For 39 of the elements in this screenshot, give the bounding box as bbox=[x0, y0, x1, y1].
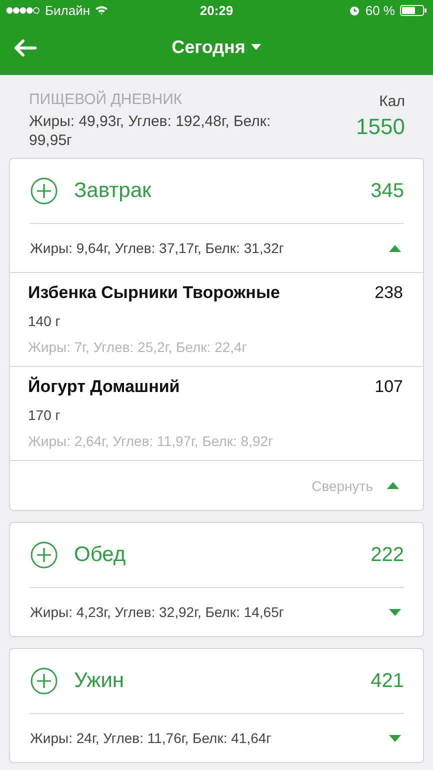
carrier-name: Билайн bbox=[45, 2, 90, 18]
meal-macros: Жиры: 24г, Углев: 11,76г, Белк: 41,64г bbox=[30, 730, 272, 746]
add-icon[interactable] bbox=[30, 667, 58, 695]
wifi-icon bbox=[95, 5, 108, 15]
add-icon[interactable] bbox=[30, 541, 58, 569]
food-calories: 238 bbox=[374, 283, 403, 303]
add-icon[interactable] bbox=[30, 177, 58, 205]
calories-total: 1550 bbox=[356, 114, 405, 140]
meal-calories: 345 bbox=[370, 180, 404, 202]
meal-name: Обед bbox=[74, 543, 127, 567]
meal-macros: Жиры: 4,23г, Углев: 32,92г, Белк: 14,65г bbox=[30, 604, 284, 620]
expand-triangle-icon[interactable] bbox=[389, 608, 401, 616]
food-name: Избенка Сырники Творожные bbox=[28, 283, 280, 303]
battery-icon bbox=[400, 4, 427, 16]
food-macros: Жиры: 2,64г, Углев: 11,97г, Белк: 8,92г bbox=[28, 433, 274, 449]
expand-triangle-icon[interactable] bbox=[389, 734, 401, 742]
clock-time: 20:29 bbox=[200, 2, 234, 18]
meal-name: Ужин bbox=[74, 669, 126, 693]
back-arrow-icon bbox=[13, 38, 37, 56]
food-macros: Жиры: 7г, Углев: 25,2г, Белк: 22,4г bbox=[28, 339, 248, 355]
food-amount: 170 г bbox=[28, 407, 62, 423]
meal-name: Завтрак bbox=[74, 179, 152, 203]
food-amount: 140 г bbox=[28, 313, 62, 329]
alarm-icon bbox=[349, 4, 360, 16]
meal-macros: Жиры: 9,64г, Углев: 37,17г, Белк: 31,32г bbox=[30, 240, 284, 256]
food-name: Йогурт Домашний bbox=[28, 377, 180, 397]
triangle-icon bbox=[387, 482, 399, 489]
caret-icon bbox=[251, 44, 262, 51]
collapse-triangle-icon[interactable] bbox=[389, 244, 401, 252]
signal-icon bbox=[6, 6, 40, 14]
calories-label: Кал bbox=[379, 93, 405, 110]
date-dropdown[interactable]: Сегодня bbox=[170, 35, 264, 60]
meal-calories: 421 bbox=[370, 670, 404, 692]
macros-summary: Жиры: 49,93г, Углев: 192,48г, Белк: 99,95г bbox=[29, 112, 272, 150]
meal-calories: 222 bbox=[370, 544, 404, 566]
battery-percent: 60 % bbox=[365, 2, 395, 18]
section-heading: ПИЩЕВОЙ ДНЕВНИК bbox=[29, 91, 184, 108]
collapse-button[interactable]: Свернуть bbox=[310, 476, 401, 496]
food-calories: 107 bbox=[374, 377, 403, 397]
